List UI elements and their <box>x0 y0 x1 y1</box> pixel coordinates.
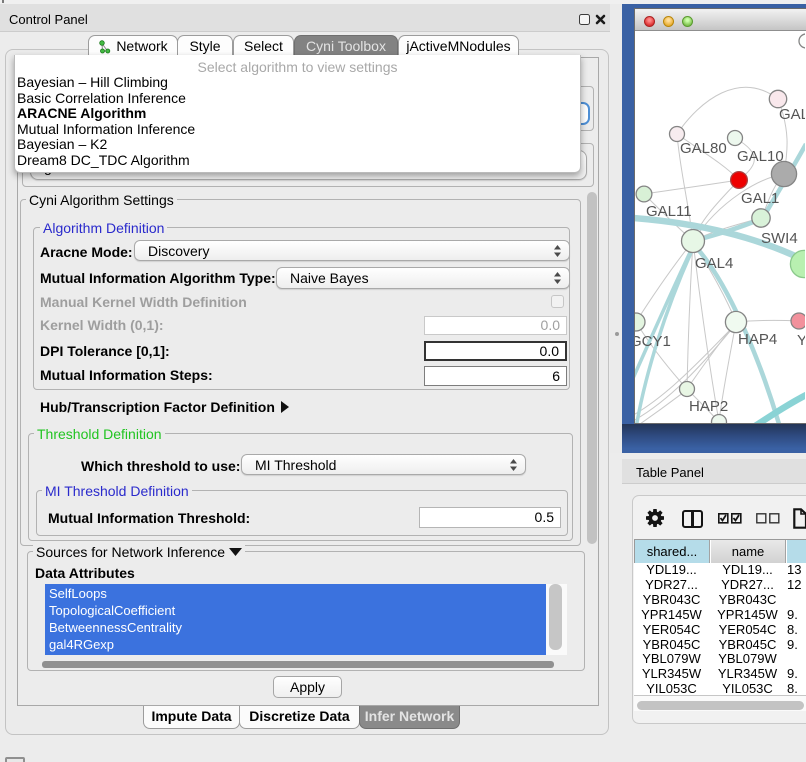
svg-text:GAL10: GAL10 <box>737 148 784 165</box>
svg-text:GAL11: GAL11 <box>646 203 692 220</box>
svg-text:HAP2: HAP2 <box>689 398 728 415</box>
svg-text:Y: Y <box>797 332 805 349</box>
svg-text:GAL4: GAL4 <box>695 255 733 272</box>
svg-text:GAL7: GAL7 <box>779 106 805 123</box>
svg-text:GAL1: GAL1 <box>741 190 779 207</box>
svg-text:HAP4: HAP4 <box>738 331 777 348</box>
svg-text:SWI4: SWI4 <box>761 230 798 247</box>
svg-text:GCY1: GCY1 <box>635 333 671 350</box>
svg-text:GAL80: GAL80 <box>680 140 727 157</box>
